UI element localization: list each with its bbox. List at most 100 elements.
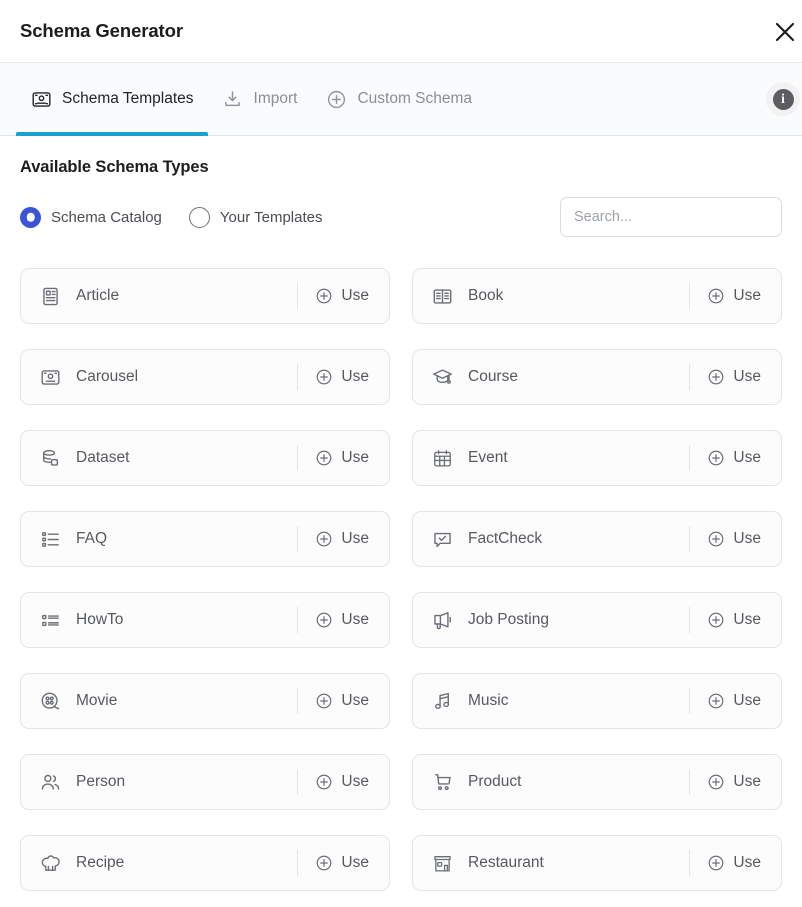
schema-card-factcheck[interactable]: FactCheck Use (412, 511, 782, 567)
schema-card-label: Dataset (76, 449, 130, 466)
shopping-cart-icon (431, 771, 454, 794)
use-label: Use (733, 449, 761, 467)
schema-card-event[interactable]: Event Use (412, 430, 782, 486)
schema-card-label: Movie (76, 692, 118, 709)
schema-card-label: HowTo (76, 611, 124, 628)
radio-mark-icon (188, 206, 210, 228)
use-button[interactable]: Use (689, 755, 781, 809)
schema-card-book[interactable]: Book Use (412, 268, 782, 324)
plus-circle-icon (707, 773, 725, 791)
close-button[interactable] (765, 12, 802, 52)
schema-card-restaurant[interactable]: Restaurant Use (412, 835, 782, 891)
use-button[interactable]: Use (689, 269, 781, 323)
schema-card-course[interactable]: Course Use (412, 349, 782, 405)
use-button[interactable]: Use (297, 836, 389, 890)
database-icon (39, 447, 62, 470)
schema-card-movie[interactable]: Movie Use (20, 673, 390, 729)
plus-circle-icon (315, 611, 333, 629)
use-label: Use (733, 611, 761, 629)
use-button[interactable]: Use (689, 350, 781, 404)
plus-circle-icon (315, 368, 333, 386)
use-label: Use (341, 368, 369, 386)
plus-circle-icon (707, 530, 725, 548)
use-button[interactable]: Use (297, 593, 389, 647)
book-open-icon (431, 285, 454, 308)
schema-card-job-posting[interactable]: Job Posting Use (412, 592, 782, 648)
tab-custom-schema[interactable]: Custom Schema (311, 63, 486, 135)
plus-circle-icon (707, 692, 725, 710)
schema-card-howto[interactable]: HowTo Use (20, 592, 390, 648)
use-button[interactable]: Use (689, 512, 781, 566)
tab-label: Schema Templates (62, 90, 194, 108)
search-input[interactable] (560, 197, 782, 237)
plus-circle-icon (325, 88, 347, 110)
radio-schema-catalog[interactable]: Schema Catalog (20, 206, 162, 228)
use-button[interactable]: Use (297, 350, 389, 404)
plus-circle-icon (707, 611, 725, 629)
body-area: Available Schema Types Schema Catalog Yo… (0, 158, 802, 891)
plus-circle-icon (315, 530, 333, 548)
plus-circle-icon (315, 854, 333, 872)
use-label: Use (733, 692, 761, 710)
radio-label: Schema Catalog (51, 208, 162, 226)
use-button[interactable]: Use (297, 674, 389, 728)
use-button[interactable]: Use (689, 593, 781, 647)
tab-import[interactable]: Import (208, 63, 312, 135)
use-label: Use (733, 854, 761, 872)
tab-schema-templates[interactable]: Schema Templates (16, 63, 208, 136)
carousel-frame-icon (39, 366, 62, 389)
use-label: Use (341, 854, 369, 872)
graduation-cap-icon (431, 366, 454, 389)
schema-card-label: Event (468, 449, 508, 466)
speech-bubble-check-icon (431, 528, 454, 551)
import-download-icon (222, 88, 244, 110)
schema-card-label: FAQ (76, 530, 108, 547)
plus-circle-icon (315, 692, 333, 710)
use-button[interactable]: Use (297, 755, 389, 809)
use-label: Use (733, 287, 761, 305)
schema-card-label: Recipe (76, 854, 125, 871)
tab-bar: Schema Templates Import Custom Schema i (0, 63, 802, 136)
schema-card-faq[interactable]: FAQ Use (20, 511, 390, 567)
schema-card-carousel[interactable]: Carousel Use (20, 349, 390, 405)
close-icon (773, 20, 797, 44)
schema-card-dataset[interactable]: Dataset Use (20, 430, 390, 486)
use-label: Use (733, 773, 761, 791)
schema-card-product[interactable]: Product Use (412, 754, 782, 810)
schema-card-label: Product (468, 773, 522, 790)
plus-circle-icon (707, 854, 725, 872)
plus-circle-icon (315, 773, 333, 791)
schema-card-label: Course (468, 368, 518, 385)
info-icon[interactable]: i (766, 82, 800, 116)
megaphone-icon (431, 609, 454, 632)
source-toggle-group: Schema Catalog Your Templates (20, 206, 323, 228)
section-title: Available Schema Types (20, 158, 209, 176)
list-three-rows-icon (39, 528, 62, 551)
use-button[interactable]: Use (689, 674, 781, 728)
schema-card-person[interactable]: Person Use (20, 754, 390, 810)
use-button[interactable]: Use (297, 431, 389, 485)
radio-your-templates[interactable]: Your Templates (188, 206, 323, 228)
search-wrap (560, 197, 782, 237)
info-glyph: i (772, 88, 794, 110)
use-button[interactable]: Use (297, 512, 389, 566)
article-document-icon (39, 285, 62, 308)
use-button[interactable]: Use (689, 836, 781, 890)
schema-card-music[interactable]: Music Use (412, 673, 782, 729)
schema-card-label: Job Posting (468, 611, 549, 628)
schema-card-label: Person (76, 773, 126, 790)
use-button[interactable]: Use (689, 431, 781, 485)
use-button[interactable]: Use (297, 269, 389, 323)
tab-label: Import (253, 90, 298, 108)
schema-card-label: FactCheck (468, 530, 543, 547)
schema-card-article[interactable]: Article Use (20, 268, 390, 324)
schema-card-label: Music (468, 692, 509, 709)
film-reel-icon (39, 690, 62, 713)
use-label: Use (733, 368, 761, 386)
music-note-icon (431, 690, 454, 713)
controls-row: Schema Catalog Your Templates (20, 197, 782, 237)
radio-label: Your Templates (219, 208, 323, 226)
use-label: Use (341, 692, 369, 710)
schema-type-grid: Article Use Book Use Carousel Use Course… (20, 268, 782, 891)
schema-card-recipe[interactable]: Recipe Use (20, 835, 390, 891)
